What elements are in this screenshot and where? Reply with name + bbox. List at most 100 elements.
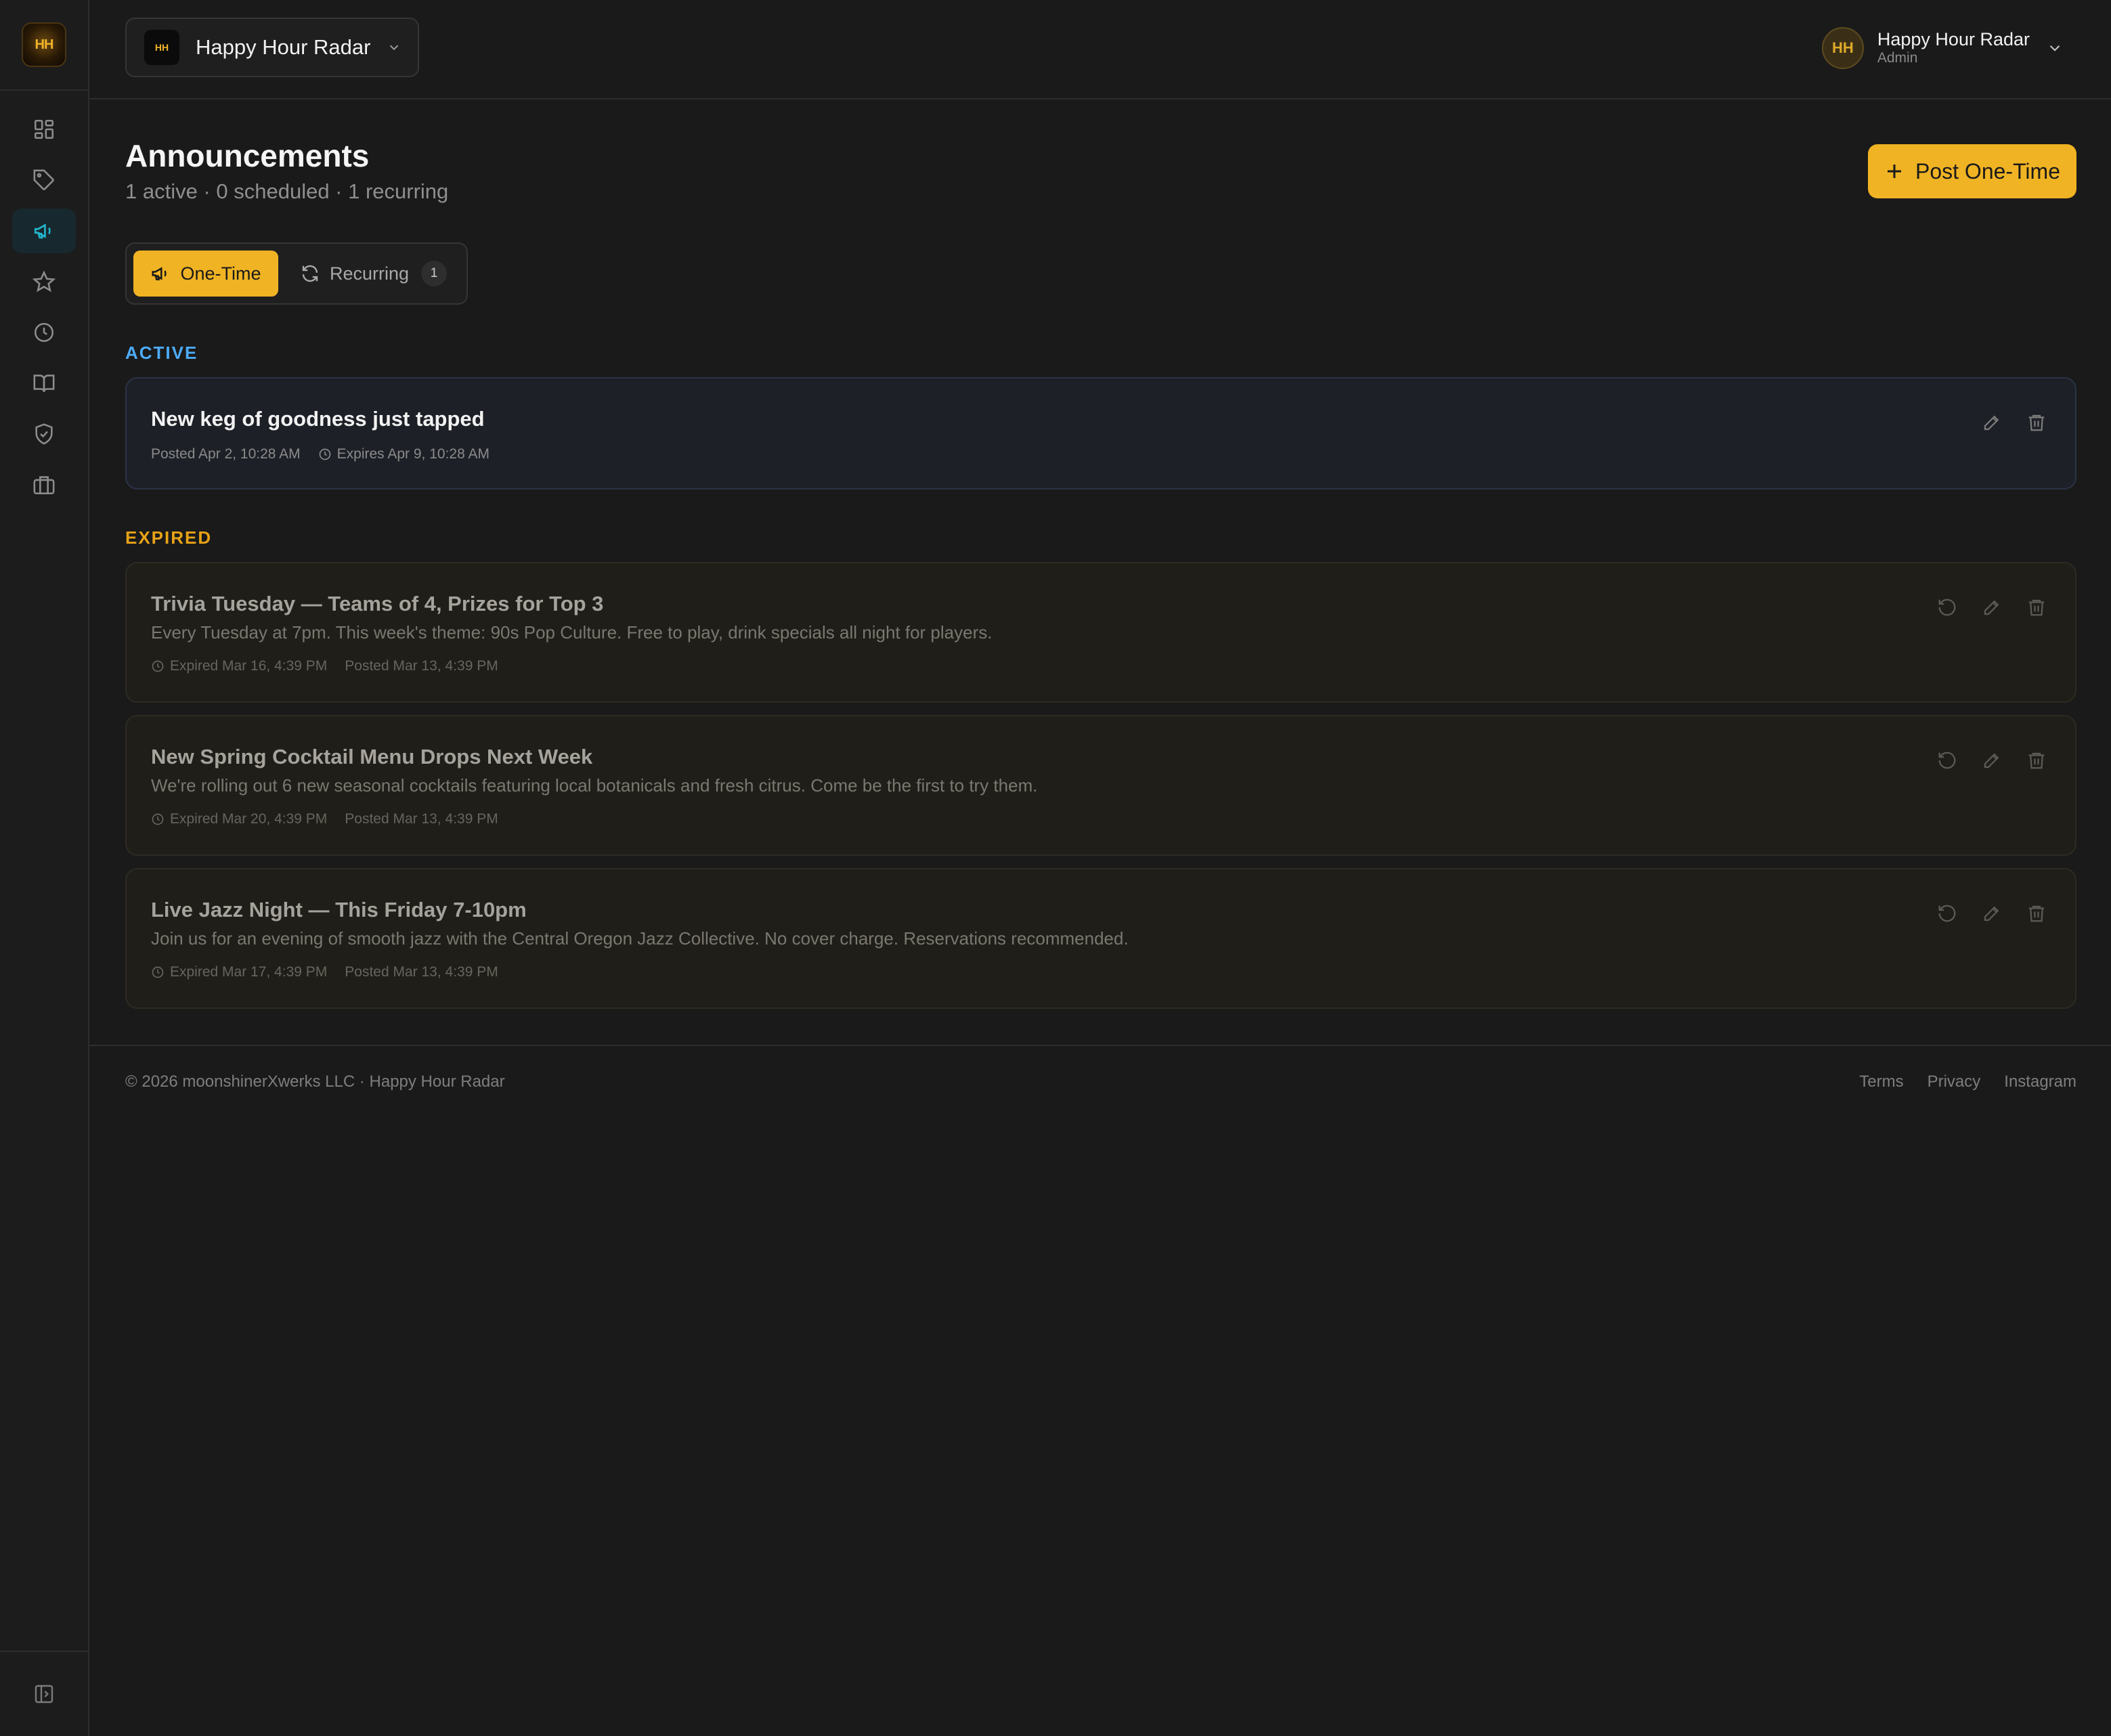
clock-icon <box>319 448 330 460</box>
repost-button[interactable] <box>1936 749 1959 772</box>
sidebar-item-deals[interactable] <box>12 158 76 202</box>
pencil-icon <box>1984 753 1999 768</box>
announcement-meta: Posted Apr 2, 10:28 AM Expires Apr 9, 10… <box>151 446 489 462</box>
sidebar-item-announcements[interactable] <box>12 209 76 253</box>
user-menu[interactable]: HH Happy Hour Radar Admin <box>1821 27 2064 69</box>
announcement-card: Trivia Tuesday — Teams of 4, Prizes for … <box>125 562 2076 703</box>
announcement-type-tabs: One-Time Recurring 1 <box>125 242 468 305</box>
announcement-meta: Expired Mar 16, 4:39 PM Posted Mar 13, 4… <box>151 658 498 674</box>
announcement-description: Every Tuesday at 7pm. This week's theme:… <box>151 622 993 643</box>
tab-one-time[interactable]: One-Time <box>133 251 278 297</box>
tab-one-time-label: One-Time <box>180 263 261 284</box>
dashboard-icon <box>34 119 54 139</box>
clock-icon <box>34 322 54 343</box>
plus-icon <box>1888 165 1901 178</box>
delete-button[interactable] <box>2025 749 2048 772</box>
venue-selector[interactable]: HH Happy Hour Radar <box>125 18 419 77</box>
venue-logo: HH <box>144 30 179 65</box>
footer-link-privacy[interactable]: Privacy <box>1928 1072 1981 1091</box>
edit-button[interactable] <box>1980 596 2003 619</box>
post-one-time-label: Post One-Time <box>1915 158 2060 183</box>
posted-date: Posted Mar 13, 4:39 PM <box>345 658 498 674</box>
announcement-title: Trivia Tuesday — Teams of 4, Prizes for … <box>151 592 604 615</box>
post-one-time-button[interactable]: Post One-Time <box>1868 144 2076 198</box>
delete-button[interactable] <box>2025 902 2048 925</box>
shield-check-icon <box>35 423 53 445</box>
app-logo[interactable]: HH <box>22 22 66 67</box>
expired-date: Expired Mar 17, 4:39 PM <box>170 964 328 980</box>
posted-date: Posted Apr 2, 10:28 AM <box>151 446 301 462</box>
rotate-ccw-icon <box>1938 905 1956 922</box>
delete-button[interactable] <box>2025 596 2048 619</box>
briefcase-icon <box>33 476 55 495</box>
posted-date: Posted Mar 13, 4:39 PM <box>345 811 498 827</box>
page-subtitle: 1 active · 0 scheduled · 1 recurring <box>125 179 449 203</box>
tab-recurring-label: Recurring <box>330 263 410 284</box>
announcement-card: New keg of goodness just tapped Posted A… <box>125 377 2076 490</box>
footer-links: Terms Privacy Instagram <box>1835 1072 2076 1091</box>
expired-date: Expired Mar 20, 4:39 PM <box>170 811 328 827</box>
megaphone-icon <box>152 267 167 280</box>
rotate-ccw-icon <box>1938 599 1956 616</box>
announcement-meta: Expired Mar 17, 4:39 PM Posted Mar 13, 4… <box>151 964 498 980</box>
trash-icon <box>2028 599 2045 616</box>
announcement-title: New keg of goodness just tapped <box>151 407 485 431</box>
sidebar-item-verification[interactable] <box>12 412 76 456</box>
clock-icon <box>152 813 164 825</box>
expired-date: Expired Mar 16, 4:39 PM <box>170 658 328 674</box>
user-role: Admin <box>1877 50 1918 66</box>
sidebar-collapse-icon <box>35 1685 53 1704</box>
pencil-icon <box>1984 906 1999 921</box>
expired-section-label: EXPIRED <box>125 527 213 548</box>
posted-date: Posted Mar 13, 4:39 PM <box>345 964 498 980</box>
pencil-icon <box>1984 415 1999 431</box>
repost-button[interactable] <box>1936 596 1959 619</box>
card-actions <box>1914 596 2048 619</box>
book-icon <box>33 374 55 392</box>
star-icon <box>32 270 56 292</box>
clock-icon <box>152 966 164 978</box>
trash-icon <box>2028 905 2045 922</box>
card-actions <box>1959 411 2048 434</box>
sidebar: HH <box>0 0 89 1736</box>
edit-button[interactable] <box>1980 902 2003 925</box>
repost-button[interactable] <box>1936 902 1959 925</box>
sidebar-item-business[interactable] <box>12 462 76 507</box>
venue-name: Happy Hour Radar <box>196 35 371 59</box>
announcement-card: Live Jazz Night — This Friday 7-10pm Joi… <box>125 868 2076 1009</box>
chevron-down-icon <box>390 45 399 51</box>
sidebar-collapse-button[interactable] <box>0 1651 88 1736</box>
sidebar-item-hours[interactable] <box>12 310 76 355</box>
chevron-down-icon <box>2049 45 2060 51</box>
page-title: Announcements <box>125 138 370 173</box>
trash-icon <box>2028 414 2045 431</box>
edit-button[interactable] <box>1980 749 2003 772</box>
trash-icon <box>2028 752 2045 769</box>
footer-link-instagram[interactable]: Instagram <box>2004 1072 2076 1091</box>
tab-recurring[interactable]: Recurring 1 <box>288 251 457 297</box>
card-actions <box>1914 902 2048 925</box>
avatar: HH <box>1821 27 1864 69</box>
recurring-count-badge: 1 <box>421 261 448 286</box>
delete-button[interactable] <box>2025 411 2048 434</box>
card-actions <box>1914 749 2048 772</box>
clock-icon <box>152 660 164 672</box>
sidebar-item-dashboard[interactable] <box>12 107 76 152</box>
refresh-icon <box>302 265 318 282</box>
announcement-meta: Expired Mar 20, 4:39 PM Posted Mar 13, 4… <box>151 811 498 827</box>
sidebar-item-favorites[interactable] <box>12 259 76 304</box>
footer-link-terms[interactable]: Terms <box>1859 1072 1903 1091</box>
sidebar-nav <box>0 107 88 513</box>
announcement-title: New Spring Cocktail Menu Drops Next Week <box>151 745 593 768</box>
tag-icon <box>33 169 54 190</box>
user-info: Happy Hour Radar Admin <box>1877 29 2030 67</box>
announcement-title: Live Jazz Night — This Friday 7-10pm <box>151 898 527 921</box>
announcement-card: New Spring Cocktail Menu Drops Next Week… <box>125 715 2076 856</box>
user-name: Happy Hour Radar <box>1877 29 2030 49</box>
announcement-description: We're rolling out 6 new seasonal cocktai… <box>151 775 1038 796</box>
edit-button[interactable] <box>1980 411 2003 434</box>
sidebar-logo-area: HH <box>0 0 88 91</box>
sidebar-item-menu[interactable] <box>12 361 76 406</box>
pencil-icon <box>1984 600 1999 615</box>
footer-divider <box>89 1045 2111 1046</box>
